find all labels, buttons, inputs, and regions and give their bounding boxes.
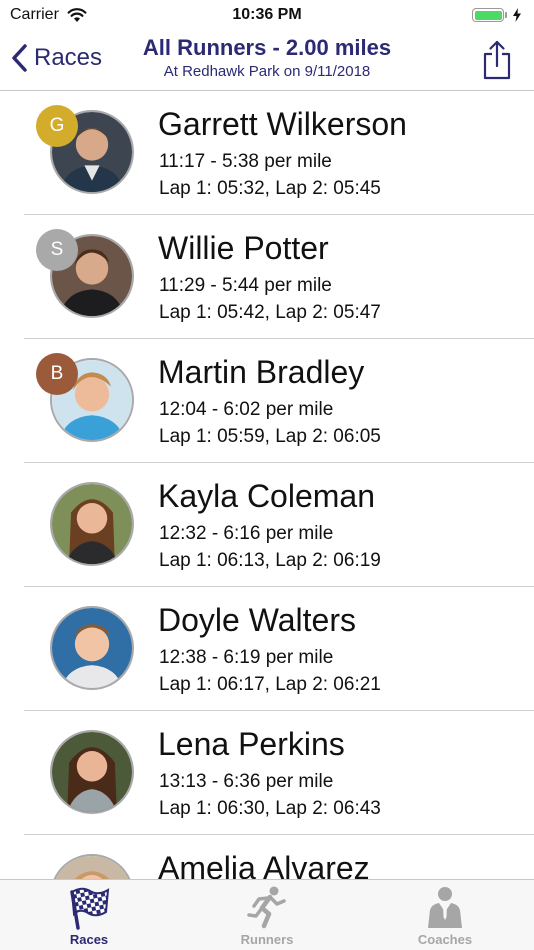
chevron-left-icon: [12, 44, 27, 72]
runner-laps: Lap 1: 05:59, Lap 2: 06:05: [159, 426, 381, 447]
coach-icon: [428, 887, 462, 928]
charging-bolt-icon: [513, 8, 521, 22]
back-button-label: Races: [34, 44, 103, 71]
runner-row[interactable]: S Willie Potter 11:29 - 5:44 per mile La…: [0, 215, 534, 339]
runner-list: G Garrett Wilkerson 11:17 - 5:38 per mil…: [0, 91, 534, 880]
runner-time: 12:32 - 6:16 per mile: [159, 523, 334, 544]
runner-row[interactable]: Doyle Walters 12:38 - 6:19 per mile Lap …: [0, 587, 534, 711]
status-right: [472, 8, 522, 22]
battery-level: [474, 10, 502, 20]
tab-label: Coaches: [417, 932, 473, 947]
runner-row[interactable]: Kayla Coleman 12:32 - 6:16 per mile Lap …: [0, 463, 534, 587]
avatar: [50, 606, 134, 690]
tab-bar: Races Runners Coaches: [0, 879, 534, 950]
runner-laps: Lap 1: 06:13, Lap 2: 06:19: [159, 550, 381, 571]
share-icon[interactable]: [482, 40, 512, 80]
runner-photo: [52, 608, 132, 688]
carrier-label: Carrier: [10, 6, 59, 23]
status-time: 10:36 PM: [232, 6, 302, 23]
tab-label: Races: [69, 932, 109, 947]
runner-name: Willie Potter: [158, 230, 329, 266]
avatar: [50, 854, 134, 880]
place-badge: G: [36, 105, 78, 147]
runner-time: 11:29 - 5:44 per mile: [159, 275, 332, 296]
tab-runners[interactable]: Runners: [178, 880, 356, 950]
back-button[interactable]: Races: [10, 43, 102, 73]
runner-laps: Lap 1: 06:17, Lap 2: 06:21: [159, 674, 381, 695]
runner-time: 11:17 - 5:38 per mile: [159, 151, 332, 172]
tab-coaches[interactable]: Coaches: [356, 880, 534, 950]
screen: Carrier 10:36 PM Races All Runners - 2.0…: [0, 0, 534, 950]
runner-laps: Lap 1: 05:42, Lap 2: 05:47: [159, 302, 381, 323]
runner-name: Garrett Wilkerson: [158, 106, 407, 142]
runner-time: 12:04 - 6:02 per mile: [159, 399, 334, 420]
runner-name: Amelia Alvarez: [158, 850, 370, 880]
runner-name: Doyle Walters: [158, 602, 356, 638]
runner-name: Lena Perkins: [158, 726, 345, 762]
checkered-flag-icon: [70, 887, 110, 930]
runner-photo: [52, 856, 132, 880]
runner-row[interactable]: B Martin Bradley 12:04 - 6:02 per mile L…: [0, 339, 534, 463]
battery-icon: [472, 8, 507, 22]
avatar: [50, 730, 134, 814]
runner-name: Martin Bradley: [158, 354, 365, 390]
runner-laps: Lap 1: 06:30, Lap 2: 06:43: [159, 798, 381, 819]
avatar: [50, 482, 134, 566]
status-bar: Carrier 10:36 PM: [0, 0, 534, 30]
runner-icon: [247, 886, 286, 929]
place-badge: B: [36, 353, 78, 395]
tab-label: Runners: [240, 932, 294, 947]
runner-time: 13:13 - 6:36 per mile: [159, 771, 334, 792]
runner-time: 12:38 - 6:19 per mile: [159, 647, 334, 668]
tab-races[interactable]: Races: [0, 880, 178, 950]
navigation-bar: Races All Runners - 2.00 miles At Redhaw…: [0, 30, 534, 91]
wifi-icon: [67, 7, 87, 22]
runner-laps: Lap 1: 05:32, Lap 2: 05:45: [159, 178, 381, 199]
runner-name: Kayla Coleman: [158, 478, 375, 514]
runner-photo: [52, 732, 132, 812]
runner-row[interactable]: Lena Perkins 13:13 - 6:36 per mile Lap 1…: [0, 711, 534, 835]
status-left: Carrier: [10, 6, 87, 24]
place-badge: S: [36, 229, 78, 271]
runner-row[interactable]: G Garrett Wilkerson 11:17 - 5:38 per mil…: [0, 91, 534, 215]
runner-photo: [52, 484, 132, 564]
runner-row[interactable]: Amelia Alvarez: [0, 835, 534, 880]
